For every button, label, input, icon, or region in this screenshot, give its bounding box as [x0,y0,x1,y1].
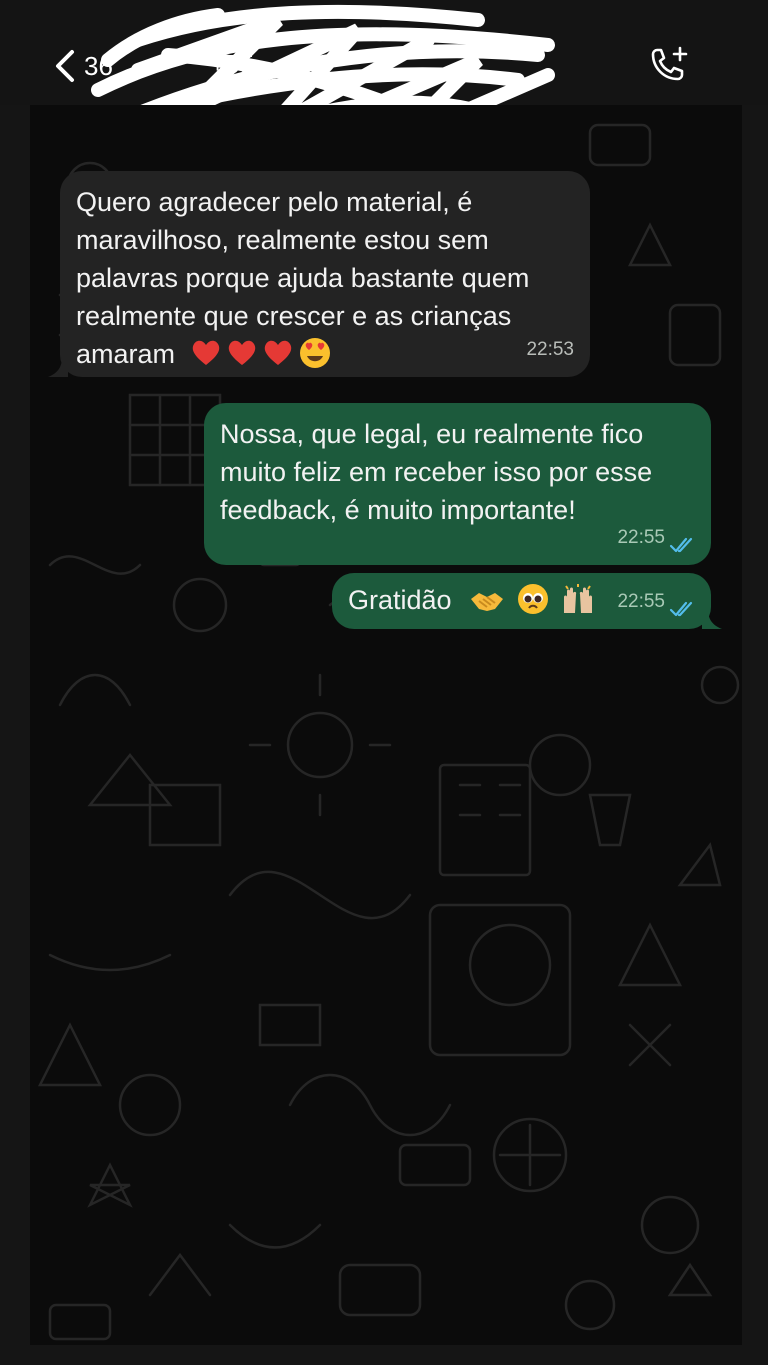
bubble-tail [48,357,68,377]
red-heart-emoji [264,340,291,365]
read-ticks-icon [669,537,693,553]
outgoing-message[interactable]: Nossa, que legal, eu realmente fico muit… [204,403,711,565]
right-edge [742,105,768,1365]
left-edge [0,105,30,1365]
message-time: 22:55 [617,591,665,612]
handshake-emoji [471,593,504,611]
red-heart-emoji [228,340,255,365]
message-time: 22:55 [617,527,665,548]
chevron-left-icon [56,50,74,82]
pleading-face-emoji [517,584,548,614]
chat-screen: 36 +55 ... Quero agradecer pelo material… [0,0,768,1365]
bubble-tail [702,609,722,629]
message-time: 22:53 [526,339,574,360]
incoming-message[interactable]: Quero agradecer pelo material, é maravil… [60,171,590,377]
add-call-icon[interactable] [644,44,690,90]
bottom-bar [0,1345,768,1365]
read-ticks-icon [669,601,693,617]
chat-area[interactable]: Quero agradecer pelo material, é maravil… [30,105,742,1345]
raising-hands-emoji [564,584,593,613]
message-text: Nossa, que legal, eu realmente fico muit… [220,419,653,525]
red-heart-emoji [192,340,219,365]
outgoing-message[interactable]: Gratidão 22:55 [332,573,711,629]
emoji-group [183,338,337,369]
emoji-group [459,584,596,615]
heart-eyes-emoji [299,338,330,368]
message-text: Gratidão [348,585,452,615]
